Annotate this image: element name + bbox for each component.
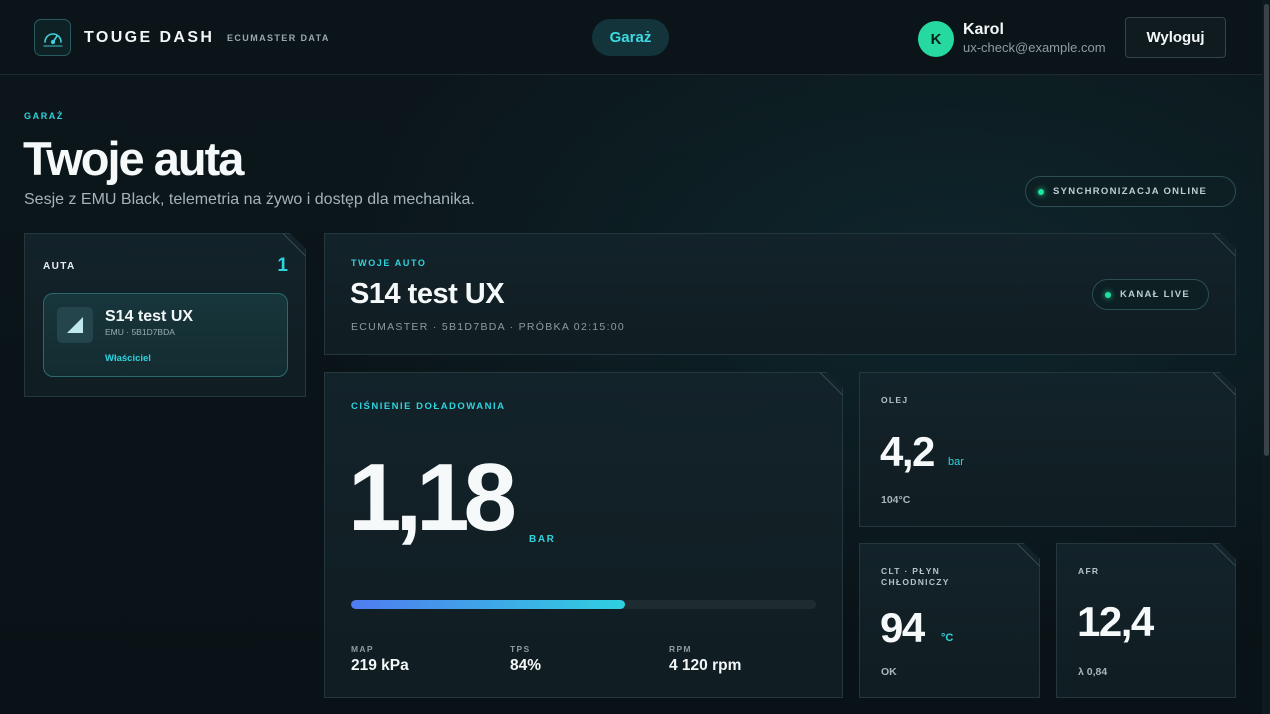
stat-tps-key: TPS bbox=[510, 644, 531, 654]
afr-card: AFR 12,4 λ 0,84 bbox=[1056, 543, 1236, 698]
boost-value: 1,18 bbox=[348, 444, 511, 551]
car-role: Właściciel bbox=[105, 353, 151, 364]
nav-garage-button[interactable]: Garaż bbox=[592, 19, 669, 56]
stat-rpm: RPM 4 120 rpm bbox=[669, 644, 741, 675]
oil-value: 4,2 bbox=[880, 428, 934, 475]
user-email: ux-check@example.com bbox=[963, 40, 1106, 55]
card-corner bbox=[1213, 543, 1236, 566]
oil-card: OLEJ 4,2 bar 104°C bbox=[859, 372, 1236, 527]
car-list-item[interactable]: S14 test UX EMU · 5B1D7BDA Właściciel bbox=[43, 293, 288, 377]
card-corner bbox=[820, 372, 843, 395]
coolant-unit: °C bbox=[941, 632, 954, 644]
stat-tps: TPS 84% bbox=[510, 644, 541, 675]
scrollbar-thumb[interactable] bbox=[1264, 4, 1269, 456]
page-eyebrow: GARAŻ bbox=[24, 111, 64, 121]
selected-car-eyebrow: TWOJE AUTO bbox=[351, 258, 427, 268]
car-thumbnail bbox=[57, 307, 93, 343]
sync-status-badge: SYNCHRONIZACJA ONLINE bbox=[1025, 176, 1236, 207]
boost-progress-fill bbox=[351, 600, 625, 609]
top-bar: TOUGE DASH ECUMASTER DATA Garaż K Karol … bbox=[0, 0, 1262, 75]
cars-panel: AUTA 1 S14 test UX EMU · 5B1D7BDA Właści… bbox=[24, 233, 306, 397]
boost-unit: BAR bbox=[529, 534, 556, 545]
stat-rpm-key: RPM bbox=[669, 644, 692, 654]
boost-label: CIŚNIENIE DOŁADOWANIA bbox=[351, 401, 506, 412]
boost-progress-bar bbox=[351, 600, 816, 609]
oil-temp: 104°C bbox=[881, 494, 911, 506]
user-name: Karol bbox=[963, 21, 1004, 38]
stat-map: MAP 219 kPa bbox=[351, 644, 409, 675]
logout-button[interactable]: Wyloguj bbox=[1125, 17, 1226, 58]
brand-subtitle: ECUMASTER DATA bbox=[227, 33, 330, 43]
card-corner bbox=[1213, 233, 1236, 256]
coolant-status: OK bbox=[881, 666, 897, 678]
oil-label: OLEJ bbox=[881, 395, 909, 405]
stat-map-key: MAP bbox=[351, 644, 374, 654]
card-corner bbox=[1213, 372, 1236, 395]
afr-label: AFR bbox=[1078, 566, 1100, 576]
gauge-logo-icon bbox=[42, 32, 63, 47]
stat-tps-value: 84% bbox=[510, 657, 542, 674]
page-subtitle: Sesje z EMU Black, telemetria na żywo i … bbox=[24, 191, 475, 208]
sync-status-label: SYNCHRONIZACJA ONLINE bbox=[1053, 186, 1208, 197]
coolant-card: CLT · PŁYN CHŁODNICZY 94 °C OK bbox=[859, 543, 1040, 698]
avatar[interactable]: K bbox=[918, 21, 954, 57]
card-corner bbox=[283, 233, 306, 256]
selected-car-meta: ECUMASTER · 5B1D7BDA · PRÓBKA 02:15:00 bbox=[351, 321, 626, 333]
selected-car-title: S14 test UX bbox=[350, 278, 505, 310]
page-scrollbar[interactable] bbox=[1262, 0, 1270, 714]
live-dot-icon bbox=[1105, 291, 1111, 298]
car-name: S14 test UX bbox=[105, 308, 194, 325]
boost-pressure-card: CIŚNIENIE DOŁADOWANIA 1,18 BAR MAP 219 k… bbox=[324, 372, 843, 698]
page-title: Twoje auta bbox=[23, 132, 244, 185]
card-corner bbox=[1017, 543, 1040, 566]
afr-value: 12,4 bbox=[1077, 598, 1153, 645]
coolant-value: 94 bbox=[880, 604, 924, 651]
brand-name[interactable]: TOUGE DASH bbox=[84, 29, 214, 47]
live-channel-label: KANAŁ LIVE bbox=[1120, 289, 1190, 300]
coolant-label: CLT · PŁYN CHŁODNICZY bbox=[881, 566, 950, 587]
stat-rpm-value: 4 120 rpm bbox=[669, 657, 742, 674]
car-meta: EMU · 5B1D7BDA bbox=[105, 327, 175, 337]
online-dot-icon bbox=[1038, 188, 1044, 195]
live-channel-badge: KANAŁ LIVE bbox=[1092, 279, 1209, 310]
afr-lambda: λ 0,84 bbox=[1078, 666, 1108, 678]
brand-logo[interactable] bbox=[34, 19, 71, 56]
oil-unit: bar bbox=[948, 456, 964, 468]
car-triangle-icon bbox=[57, 307, 93, 343]
cars-count: 1 bbox=[277, 255, 288, 276]
stat-map-value: 219 kPa bbox=[351, 657, 409, 674]
cars-panel-title: AUTA bbox=[43, 261, 76, 272]
